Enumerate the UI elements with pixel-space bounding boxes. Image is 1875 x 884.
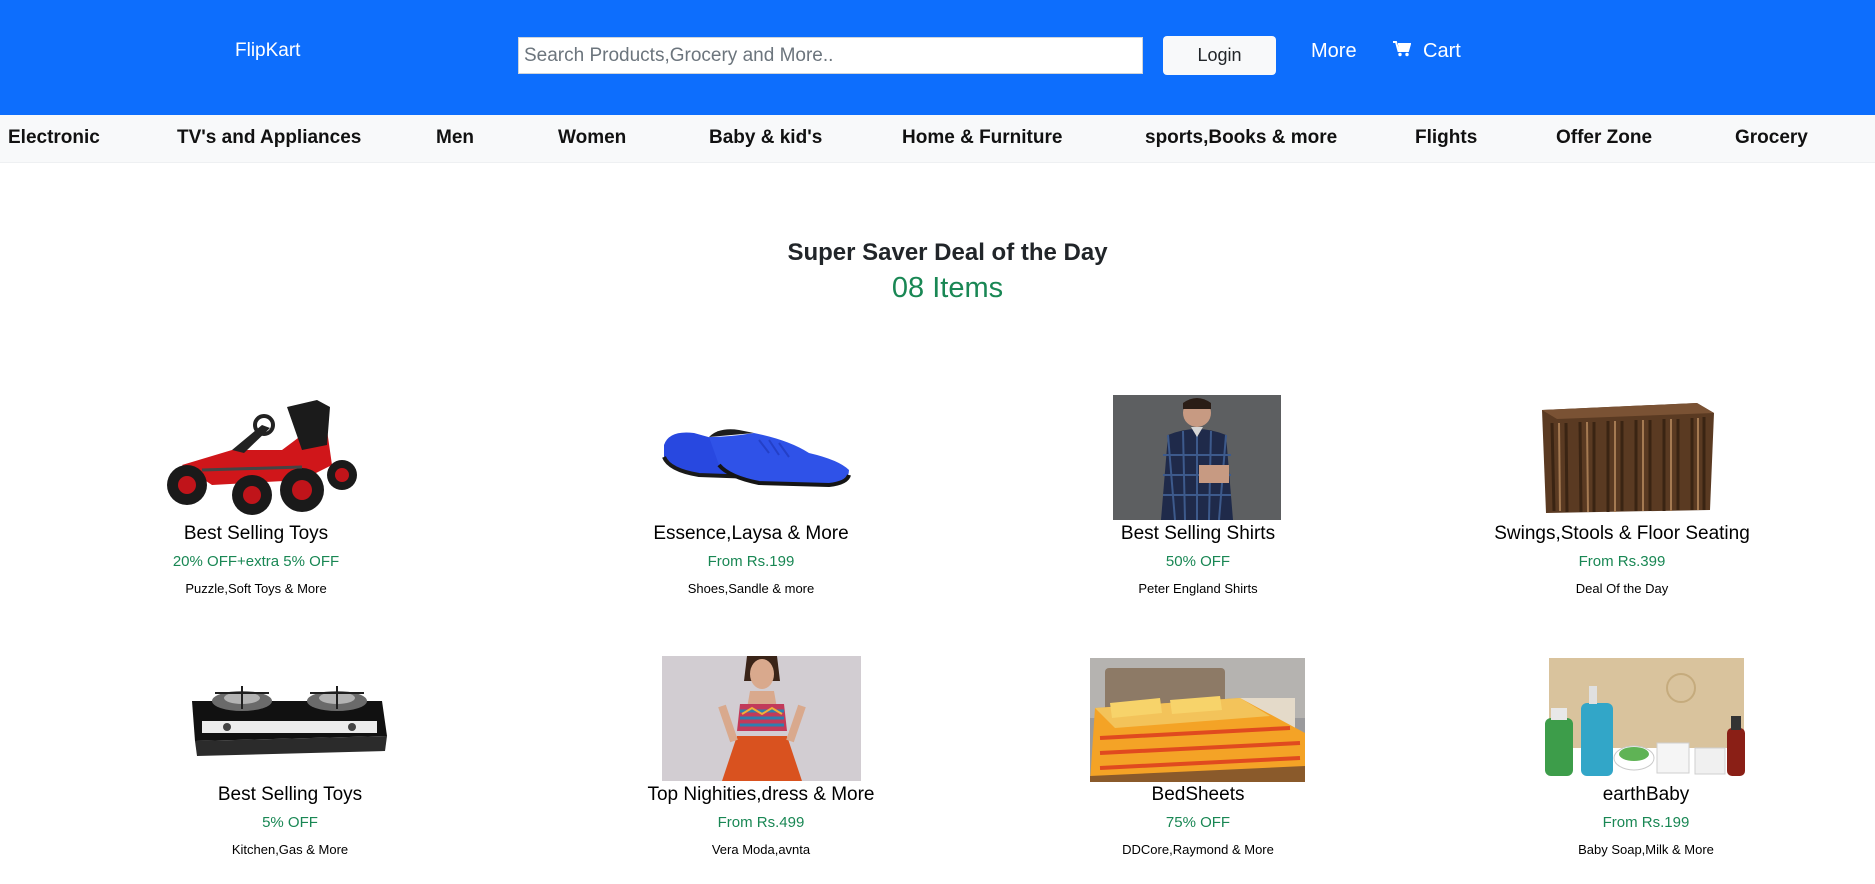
cart-label: Cart bbox=[1423, 40, 1461, 62]
search-input[interactable] bbox=[518, 37, 1143, 74]
dress-model-image bbox=[662, 656, 861, 781]
product-name: Best Selling Toys bbox=[217, 784, 363, 805]
product-name: Swings,Stools & Floor Seating bbox=[1494, 523, 1750, 544]
deal-item-count: 08 Items bbox=[891, 272, 1004, 304]
category-tv-appliances[interactable]: TV's and Appliances bbox=[177, 127, 361, 149]
product-offer: From Rs.399 bbox=[1578, 553, 1666, 570]
product-card-dresses[interactable]: Top Nighities,dress & More From Rs.499 V… bbox=[591, 656, 931, 866]
top-navbar: FlipKart Login More Cart bbox=[0, 0, 1875, 115]
product-subtitle: Vera Moda,avnta bbox=[711, 842, 811, 857]
wooden-stool-image bbox=[1532, 395, 1718, 520]
product-offer: 50% OFF bbox=[1165, 553, 1231, 570]
product-card-shirts[interactable]: Best Selling Shirts 50% OFF Peter Englan… bbox=[1028, 395, 1368, 605]
category-grocery[interactable]: Grocery bbox=[1735, 127, 1808, 149]
cart-icon bbox=[1393, 40, 1412, 63]
category-offer-zone[interactable]: Offer Zone bbox=[1556, 127, 1652, 149]
product-name: Top Nighities,dress & More bbox=[647, 784, 875, 805]
brand-logo[interactable]: FlipKart bbox=[235, 40, 300, 62]
product-subtitle: DDCore,Raymond & More bbox=[1122, 842, 1274, 857]
product-offer: 75% OFF bbox=[1165, 814, 1231, 831]
product-offer: 20% OFF+extra 5% OFF bbox=[172, 553, 340, 570]
deal-title: Super Saver Deal of the Day bbox=[787, 239, 1108, 266]
category-sports-books[interactable]: sports,Books & more bbox=[1145, 127, 1337, 149]
category-baby-kids[interactable]: Baby & kid's bbox=[709, 127, 822, 149]
product-card-bedsheets[interactable]: BedSheets 75% OFF DDCore,Raymond & More bbox=[1028, 656, 1368, 866]
category-men[interactable]: Men bbox=[436, 127, 474, 149]
product-offer: From Rs.499 bbox=[717, 814, 805, 831]
product-subtitle: Shoes,Sandle & more bbox=[687, 581, 815, 596]
more-menu[interactable]: More bbox=[1311, 40, 1357, 63]
product-offer: 5% OFF bbox=[262, 814, 318, 831]
product-name: Essence,Laysa & More bbox=[653, 523, 849, 544]
product-subtitle: Puzzle,Soft Toys & More bbox=[185, 581, 327, 596]
product-subtitle: Deal Of the Day bbox=[1575, 581, 1669, 596]
category-bar: Electronic TV's and Appliances Men Women… bbox=[0, 115, 1875, 163]
product-name: Best Selling Toys bbox=[183, 523, 329, 544]
bedsheet-image bbox=[1090, 658, 1305, 782]
product-subtitle: Kitchen,Gas & More bbox=[231, 842, 349, 857]
go-kart-toy-image bbox=[152, 395, 358, 520]
category-women[interactable]: Women bbox=[558, 127, 626, 149]
baby-products-image bbox=[1541, 658, 1751, 780]
product-card-kitchen[interactable]: Best Selling Toys 5% OFF Kitchen,Gas & M… bbox=[120, 656, 460, 866]
product-subtitle: Baby Soap,Milk & More bbox=[1578, 842, 1714, 857]
product-name: earthBaby bbox=[1602, 784, 1690, 805]
login-button[interactable]: Login bbox=[1163, 36, 1276, 75]
cart-link[interactable]: Cart bbox=[1393, 40, 1461, 63]
checked-shirt-model-image bbox=[1113, 395, 1281, 520]
product-card-shoes[interactable]: Essence,Laysa & More From Rs.199 Shoes,S… bbox=[581, 395, 921, 605]
product-card-toys[interactable]: Best Selling Toys 20% OFF+extra 5% OFF P… bbox=[86, 395, 426, 605]
product-card-earthbaby[interactable]: earthBaby From Rs.199 Baby Soap,Milk & M… bbox=[1476, 656, 1816, 866]
category-home-furniture[interactable]: Home & Furniture bbox=[902, 127, 1062, 149]
category-electronic[interactable]: Electronic bbox=[8, 127, 100, 149]
product-name: Best Selling Shirts bbox=[1120, 523, 1276, 544]
product-offer: From Rs.199 bbox=[1602, 814, 1690, 831]
product-name: BedSheets bbox=[1151, 784, 1245, 805]
gas-stove-image bbox=[187, 671, 390, 771]
category-flights[interactable]: Flights bbox=[1415, 127, 1477, 149]
product-subtitle: Peter England Shirts bbox=[1138, 581, 1258, 596]
product-card-seating[interactable]: Swings,Stools & Floor Seating From Rs.39… bbox=[1452, 395, 1792, 605]
product-offer: From Rs.199 bbox=[707, 553, 795, 570]
blue-shoes-image bbox=[659, 395, 854, 520]
